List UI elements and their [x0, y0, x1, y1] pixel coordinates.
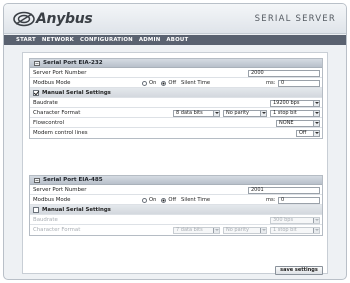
- stop-bits-value: 1 stop bit: [273, 109, 297, 116]
- baudrate-select[interactable]: 19200 bps: [270, 99, 320, 107]
- modbus-off-label: Off: [168, 197, 177, 203]
- ms-label: ms:: [266, 197, 276, 203]
- manual-settings-checkbox[interactable]: [33, 89, 39, 96]
- section-title: Serial Port EIA-232: [43, 59, 103, 66]
- server-port-row: Server Port Number 2001: [30, 185, 322, 195]
- section-port-eia485: Serial Port EIA-485 Server Port Number 2…: [29, 175, 323, 236]
- char-format-row: Character Format 8 data bits No parity 1…: [30, 108, 322, 118]
- modbus-on-label: On: [149, 197, 157, 203]
- header: Anybus SERIAL SERVER: [4, 4, 346, 34]
- chevron-down-icon: [313, 120, 319, 126]
- chevron-down-icon: [213, 110, 219, 116]
- baudrate-label: Baudrate: [33, 216, 58, 223]
- chevron-down-icon: [313, 110, 319, 116]
- data-bits-select[interactable]: 8 data bits: [173, 109, 220, 117]
- modbus-row: Modbus Mode On Off Silent Time ms: 0: [30, 78, 322, 88]
- modbus-label: Modbus Mode: [33, 79, 71, 86]
- server-port-label: Server Port Number: [33, 69, 87, 76]
- serial-port-icon: [34, 177, 40, 183]
- modbus-on-radio[interactable]: [142, 197, 147, 203]
- section-port-eia232: Serial Port EIA-232 Server Port Number 2…: [29, 58, 323, 139]
- product-title: SERIAL SERVER: [254, 14, 336, 24]
- modbus-on-label: On: [149, 80, 157, 86]
- flowcontrol-row: Flowcontrol NONE: [30, 118, 322, 128]
- data-bits-value: 8 data bits: [176, 109, 203, 116]
- section-header: Serial Port EIA-485: [30, 176, 322, 185]
- nav-about[interactable]: ABOUT: [166, 37, 188, 43]
- parity-value: No parity: [226, 226, 249, 233]
- chevron-down-icon: [313, 227, 319, 233]
- baudrate-row: Baudrate 300 bps: [30, 215, 322, 225]
- parity-select[interactable]: No parity: [223, 226, 267, 234]
- silent-time-input[interactable]: 0: [278, 196, 320, 204]
- modem-control-label: Modem control lines: [33, 130, 88, 136]
- baudrate-label: Baudrate: [33, 99, 58, 106]
- modbus-radio-group: On Off Silent Time: [142, 197, 215, 204]
- serial-port-icon: [34, 60, 40, 66]
- baudrate-value: 19200 bps: [273, 99, 300, 106]
- stop-bits-select[interactable]: 1 stop bit: [270, 109, 320, 117]
- section-header: Serial Port EIA-232: [30, 59, 322, 68]
- modbus-off-radio[interactable]: [161, 80, 167, 86]
- baudrate-value: 300 bps: [273, 216, 294, 223]
- chevron-down-icon: [313, 100, 319, 106]
- chevron-down-icon: [213, 227, 219, 233]
- flowcontrol-value: NONE: [279, 119, 294, 126]
- manual-settings-checkbox[interactable]: [33, 206, 39, 213]
- server-port-input[interactable]: 2001: [248, 186, 320, 194]
- data-bits-value: 7 data bits: [176, 226, 203, 233]
- chevron-down-icon: [313, 130, 319, 136]
- chevron-down-icon: [260, 110, 266, 116]
- data-bits-select[interactable]: 7 data bits: [173, 226, 220, 234]
- char-format-label: Character Format: [33, 227, 81, 233]
- nav-start[interactable]: START: [16, 37, 36, 43]
- modbus-off-label: Off: [168, 80, 177, 86]
- nav-network[interactable]: NETWORK: [42, 37, 74, 43]
- server-port-label: Server Port Number: [33, 186, 87, 193]
- stop-bits-select[interactable]: 1 stop bit: [270, 226, 320, 234]
- flowcontrol-select[interactable]: NONE: [276, 119, 320, 127]
- nav-configuration[interactable]: CONFIGURATION: [80, 37, 133, 43]
- modbus-radio-group: On Off Silent Time: [142, 80, 215, 87]
- anybus-logo: Anybus: [13, 10, 93, 28]
- baudrate-select[interactable]: 300 bps: [270, 216, 320, 224]
- main-nav: START NETWORK CONFIGURATION ADMIN ABOUT: [4, 35, 346, 45]
- server-port-input[interactable]: 2000: [248, 69, 320, 77]
- anybus-logo-icon: [13, 11, 35, 27]
- chevron-down-icon: [313, 217, 319, 223]
- baudrate-row: Baudrate 19200 bps: [30, 98, 322, 108]
- silent-time-label: Silent Time: [181, 80, 211, 86]
- manual-settings-label: Manual Serial Settings: [42, 206, 111, 213]
- modbus-label: Modbus Mode: [33, 196, 71, 203]
- modbus-off-radio[interactable]: [161, 197, 167, 203]
- char-format-row: Character Format 7 data bits No parity 1…: [30, 225, 322, 235]
- chevron-down-icon: [260, 227, 266, 233]
- ms-label: ms:: [266, 80, 276, 86]
- server-port-row: Server Port Number 2000: [30, 68, 322, 78]
- nav-admin[interactable]: ADMIN: [139, 37, 161, 43]
- modbus-on-radio[interactable]: [142, 80, 147, 86]
- save-settings-button[interactable]: save settings: [275, 266, 323, 275]
- manual-settings-row: Manual Serial Settings: [30, 205, 322, 215]
- modem-control-select[interactable]: Off: [296, 129, 320, 137]
- modbus-row: Modbus Mode On Off Silent Time ms: 0: [30, 195, 322, 205]
- stop-bits-value: 1 stop bit: [273, 226, 297, 233]
- char-format-label: Character Format: [33, 109, 81, 116]
- manual-settings-row: Manual Serial Settings: [30, 88, 322, 98]
- flowcontrol-label: Flowcontrol: [33, 119, 64, 126]
- section-title: Serial Port EIA-485: [43, 176, 103, 183]
- modem-control-value: Off: [299, 129, 307, 136]
- manual-settings-label: Manual Serial Settings: [42, 89, 111, 96]
- silent-time-input[interactable]: 0: [278, 79, 320, 87]
- parity-select[interactable]: No parity: [223, 109, 267, 117]
- modem-control-row: Modem control lines Off: [30, 128, 322, 138]
- content-panel: Serial Port EIA-232 Server Port Number 2…: [22, 52, 328, 274]
- app-frame: Anybus SERIAL SERVER START NETWORK CONFI…: [3, 3, 347, 280]
- parity-value: No parity: [226, 109, 249, 116]
- silent-time-label: Silent Time: [181, 197, 211, 203]
- logo-text: Anybus: [36, 11, 93, 27]
